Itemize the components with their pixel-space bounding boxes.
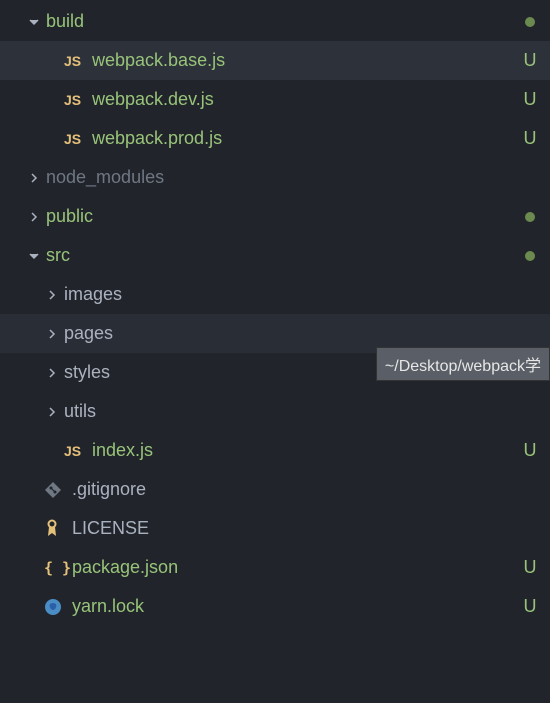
chevron-right-icon[interactable] [46, 368, 58, 378]
tree-row-public[interactable]: public [0, 197, 550, 236]
git-status-modified-dot [520, 17, 540, 27]
js-file-icon: JS [64, 443, 81, 459]
tree-row-index-js[interactable]: JS index.jsU [0, 431, 550, 470]
chevron-right-icon[interactable] [28, 212, 40, 222]
tree-item-label: pages [64, 323, 520, 344]
git-status-untracked: U [520, 440, 540, 461]
tree-row-build[interactable]: build [0, 2, 550, 41]
tree-row--gitignore[interactable]: .gitignore [0, 470, 550, 509]
tree-item-label: webpack.base.js [92, 50, 520, 71]
path-tooltip: ~/Desktop/webpack学 [376, 347, 550, 381]
git-status-modified-dot [520, 251, 540, 261]
tree-item-label: build [46, 11, 520, 32]
js-file-icon: JS [64, 92, 81, 108]
git-status-untracked: U [520, 128, 540, 149]
json-file-icon: { } [44, 559, 71, 577]
yarn-icon [44, 598, 62, 616]
tree-item-label: src [46, 245, 520, 266]
tree-item-label: .gitignore [72, 479, 520, 500]
tree-row-webpack-prod-js[interactable]: JS webpack.prod.jsU [0, 119, 550, 158]
git-status-modified-dot [520, 212, 540, 222]
tree-row-package-json[interactable]: { }package.jsonU [0, 548, 550, 587]
git-status-untracked: U [520, 557, 540, 578]
tree-row-LICENSE[interactable]: LICENSE [0, 509, 550, 548]
tree-item-label: LICENSE [72, 518, 520, 539]
license-icon [44, 519, 60, 539]
chevron-down-icon[interactable] [28, 17, 40, 27]
tree-item-label: node_modules [46, 167, 520, 188]
chevron-right-icon[interactable] [28, 173, 40, 183]
chevron-right-icon[interactable] [46, 329, 58, 339]
tree-row-images[interactable]: images [0, 275, 550, 314]
tree-item-label: yarn.lock [72, 596, 520, 617]
git-status-untracked: U [520, 89, 540, 110]
tree-row-node_modules[interactable]: node_modules [0, 158, 550, 197]
git-icon [44, 481, 62, 499]
tree-row-webpack-dev-js[interactable]: JS webpack.dev.jsU [0, 80, 550, 119]
chevron-down-icon[interactable] [28, 251, 40, 261]
tree-item-label: index.js [92, 440, 520, 461]
tree-item-label: images [64, 284, 520, 305]
chevron-right-icon[interactable] [46, 407, 58, 417]
git-status-untracked: U [520, 596, 540, 617]
js-file-icon: JS [64, 53, 81, 69]
chevron-right-icon[interactable] [46, 290, 58, 300]
git-status-untracked: U [520, 50, 540, 71]
tree-item-label: webpack.prod.js [92, 128, 520, 149]
tree-row-webpack-base-js[interactable]: JS webpack.base.jsU [0, 41, 550, 80]
tree-item-label: public [46, 206, 520, 227]
tree-row-utils[interactable]: utils [0, 392, 550, 431]
js-file-icon: JS [64, 131, 81, 147]
tree-item-label: package.json [72, 557, 520, 578]
tree-item-label: webpack.dev.js [92, 89, 520, 110]
tree-row-src[interactable]: src [0, 236, 550, 275]
tree-item-label: utils [64, 401, 520, 422]
file-tree: buildJSwebpack.base.jsUJSwebpack.dev.jsU… [0, 0, 550, 626]
tree-row-yarn-lock[interactable]: yarn.lockU [0, 587, 550, 626]
